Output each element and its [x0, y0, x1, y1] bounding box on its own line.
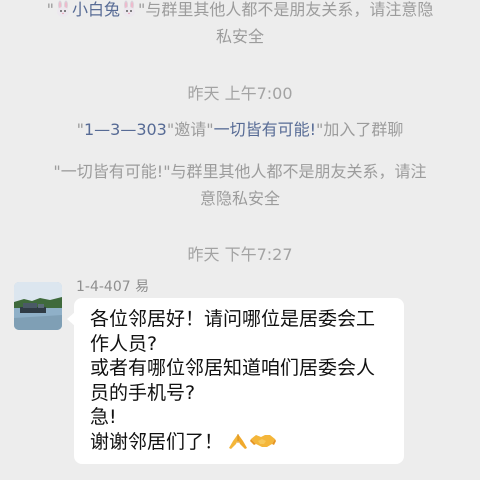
message-line: 各位邻居好！请问哪位是居委会工 [90, 308, 376, 330]
message-line: 员的手机号? [90, 381, 196, 404]
message-bubble[interactable]: 各位邻居好！请问哪位是居委会工 作人员? 或者有哪位邻居知道咱们居委会人 员的手… [67, 298, 404, 464]
invitee-name-link[interactable]: 一切皆有可能! [214, 120, 316, 139]
avatar-landscape-image [14, 282, 62, 330]
message-line-last: 谢谢邻居们了！ [90, 430, 392, 455]
rabbit-icon [123, 0, 135, 17]
inviter-name-link[interactable]: 1—3—303 [84, 120, 167, 139]
user-name-link[interactable]: 小白兔 [72, 0, 120, 19]
timestamp: 昨天 下午7:27 [187, 245, 293, 264]
avatar[interactable] [14, 282, 62, 330]
message-line: 急! [90, 406, 117, 428]
system-notice-privacy-2: "一切皆有可能!"与群里其他人都不是朋友关系，请注 意隐私安全 [0, 158, 480, 212]
sender-name: 1-4-407 易 [76, 279, 150, 295]
message-line: 作人员? [90, 332, 158, 355]
system-notice-line: 私安全 [215, 27, 264, 46]
handshake-icon [250, 434, 277, 447]
system-notice-privacy-1: " 小白兔 "与群里其他人都不是朋友关系，请注意隐 私安全 [0, 0, 480, 50]
system-notice-invite: "1—3—303"邀请"一切皆有可能!"加入了群聊 [76, 120, 404, 139]
folded-hands-icon [229, 433, 248, 450]
system-notice-line: "一切皆有可能!"与群里其他人都不是朋友关系，请注 [53, 162, 427, 181]
system-notice-line: 意隐私安全 [199, 189, 280, 208]
message-line: 或者有哪位邻居知道咱们居委会人 [90, 357, 376, 379]
timestamp: 昨天 上午7:00 [187, 84, 293, 103]
system-notice-line: " 小白兔 "与群里其他人都不是朋友关系，请注意隐 [46, 0, 434, 19]
rabbit-icon [56, 0, 69, 17]
